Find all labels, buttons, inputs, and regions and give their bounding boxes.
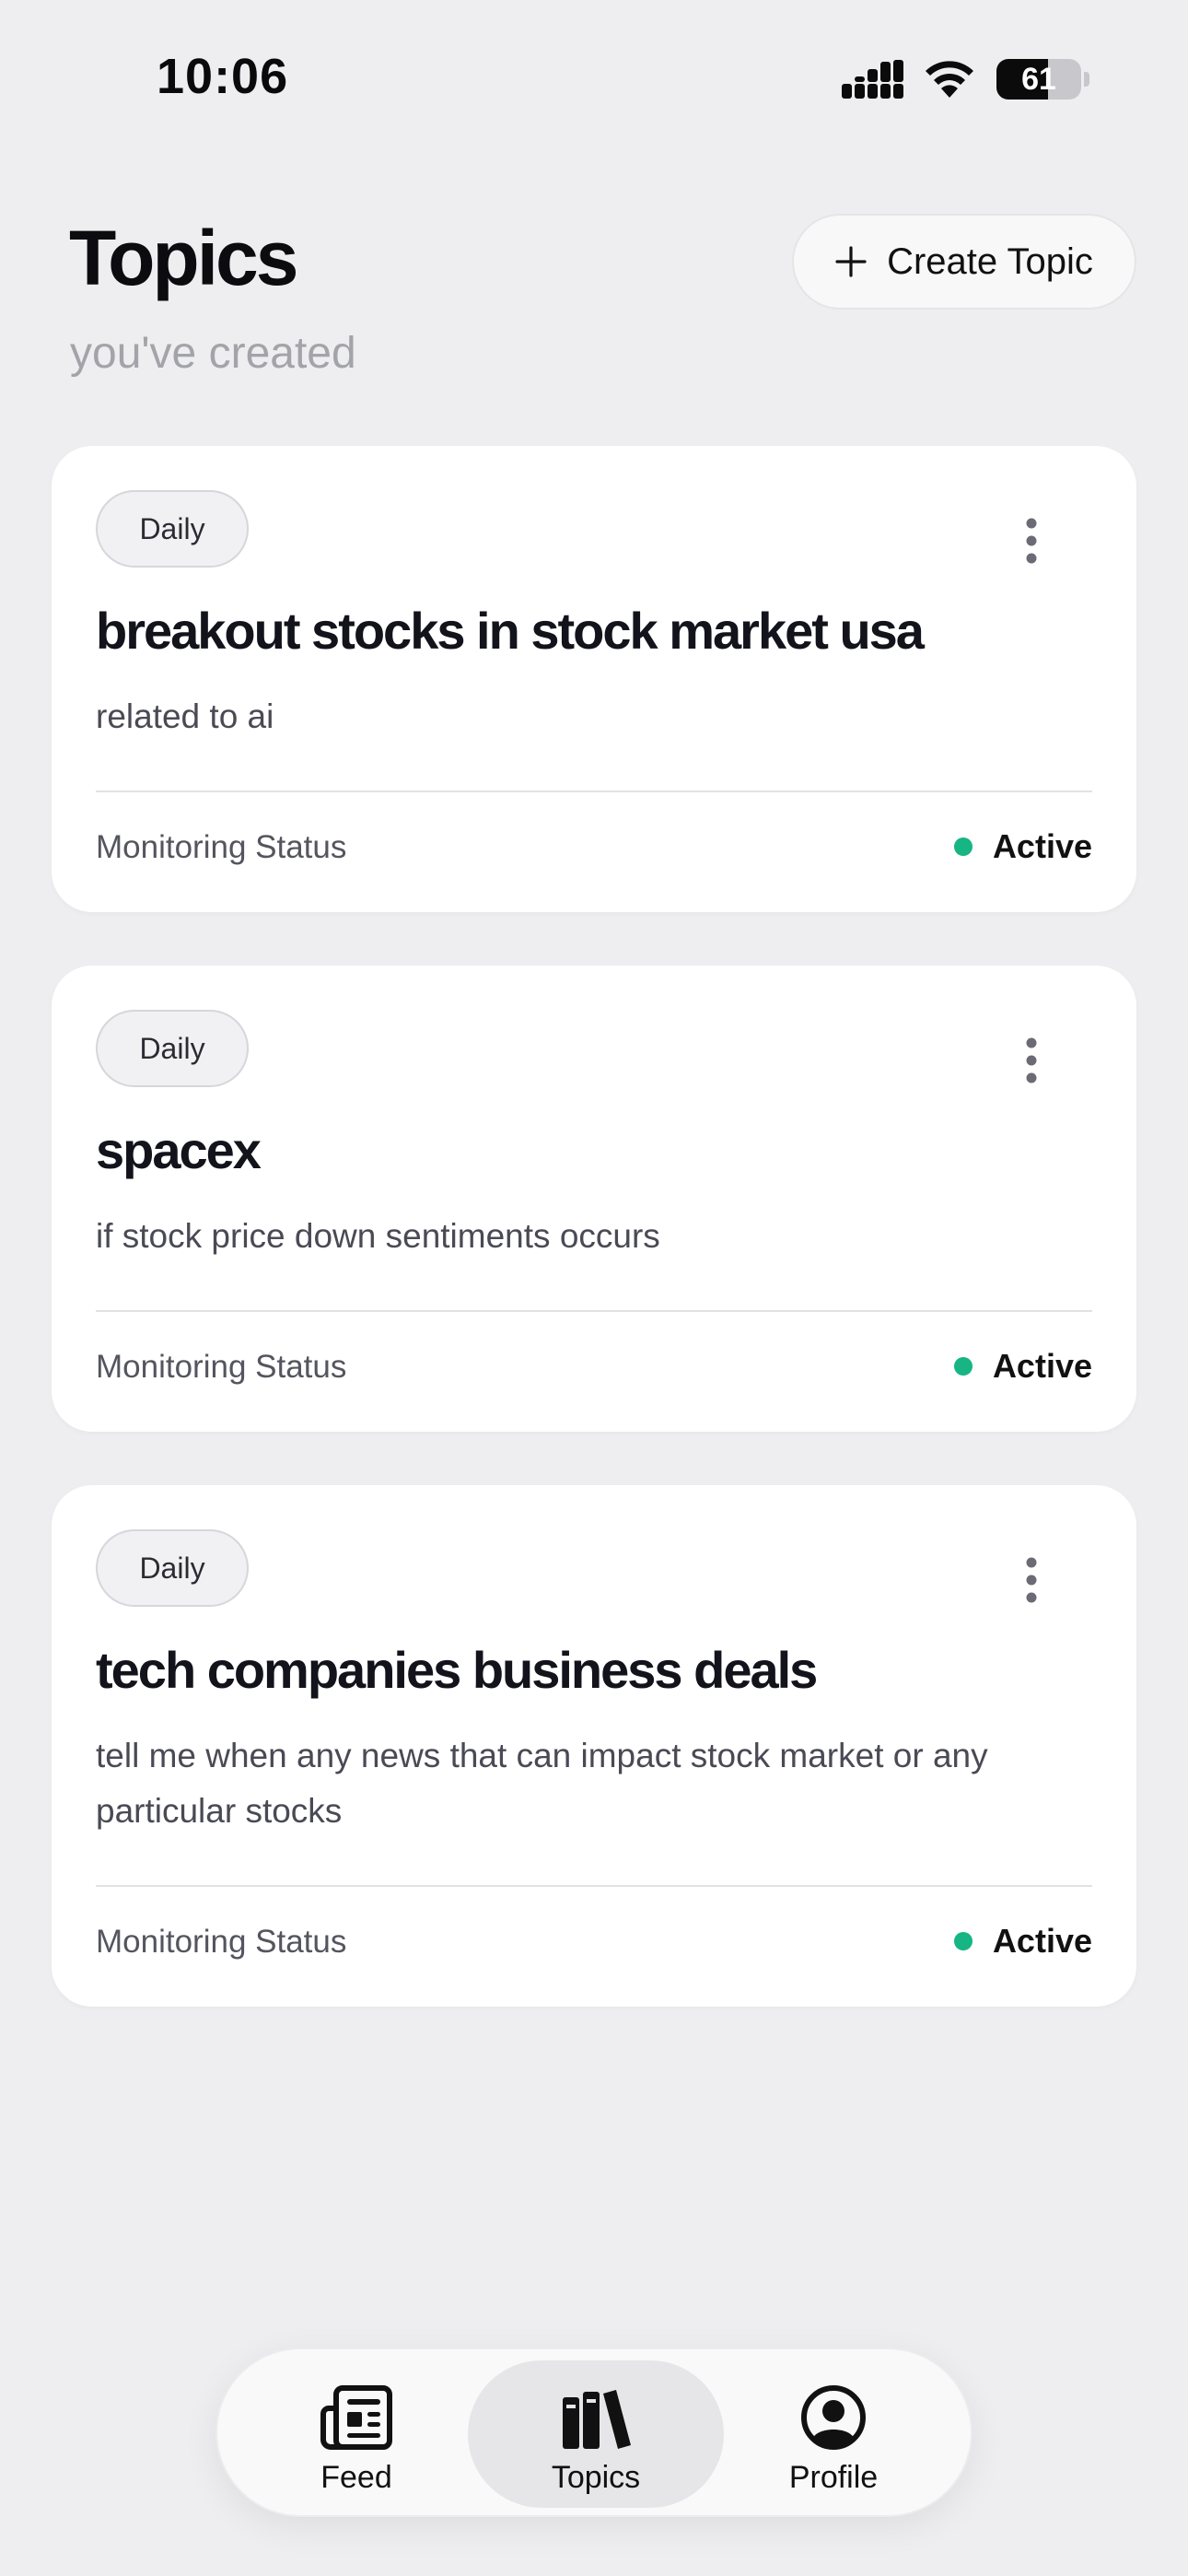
bottom-navigation: Feed Topics Profile — [215, 2348, 973, 2517]
nav-item-profile[interactable]: Profile — [705, 2360, 961, 2508]
more-options-icon[interactable] — [1020, 516, 1042, 566]
topic-description: tell me when any news that can impact st… — [96, 1737, 988, 1830]
status-text: Active — [992, 1347, 1092, 1385]
topic-card[interactable]: Daily spacex if stock price down sentime… — [52, 966, 1136, 1432]
card-divider — [96, 790, 1092, 792]
active-status-dot — [953, 1357, 973, 1376]
nav-label-profile: Profile — [788, 2460, 879, 2495]
person-circle-icon — [801, 2385, 866, 2450]
nav-item-topics[interactable]: Topics — [468, 2360, 724, 2508]
status-time: 10:06 — [157, 49, 289, 104]
more-options-icon[interactable] — [1020, 1555, 1042, 1605]
battery-level: 61 — [1021, 61, 1056, 97]
more-options-icon[interactable] — [1020, 1036, 1042, 1085]
cellular-signal-icon — [842, 60, 903, 99]
card-divider — [96, 1310, 1092, 1312]
create-topic-button[interactable]: Create Topic — [792, 214, 1136, 310]
nav-label-feed: Feed — [320, 2460, 392, 2495]
newspaper-icon — [320, 2385, 392, 2450]
monitoring-status-label: Monitoring Status — [96, 1349, 347, 1385]
frequency-badge: Daily — [96, 490, 249, 568]
battery-cap — [1084, 72, 1089, 87]
topic-title: spacex — [96, 1121, 262, 1179]
frequency-badge: Daily — [96, 1010, 249, 1087]
topic-card[interactable]: Daily tech companies business deals tell… — [52, 1485, 1136, 2007]
topic-title: breakout stocks in stock market usa — [96, 602, 925, 660]
topic-description: if stock price down sentiments occurs — [96, 1217, 660, 1255]
battery-indicator: 61 — [996, 59, 1081, 100]
status-text: Active — [992, 827, 1092, 865]
monitoring-status-label: Monitoring Status — [96, 1924, 347, 1960]
active-status-dot — [953, 1932, 973, 1950]
status-indicator: Active — [953, 1347, 1092, 1386]
wifi-icon — [926, 61, 973, 98]
create-topic-label: Create Topic — [887, 240, 1093, 282]
topic-title: tech companies business deals — [96, 1641, 818, 1699]
plus-icon — [835, 246, 867, 277]
card-divider — [96, 1885, 1092, 1887]
status-bar: 10:06 61 — [0, 0, 1188, 157]
active-status-dot — [953, 837, 973, 856]
page-subtitle: you've created — [70, 329, 356, 378]
status-indicator: Active — [953, 1922, 1092, 1961]
books-icon — [563, 2390, 631, 2449]
status-text: Active — [992, 1922, 1092, 1960]
topic-description: related to ai — [96, 697, 274, 735]
status-indicator: Active — [953, 827, 1092, 866]
frequency-badge: Daily — [96, 1529, 249, 1607]
nav-label-topics: Topics — [551, 2460, 641, 2495]
topic-card[interactable]: Daily breakout stocks in stock market us… — [52, 446, 1136, 912]
nav-item-feed[interactable]: Feed — [228, 2360, 484, 2508]
page-title: Topics — [69, 215, 298, 301]
monitoring-status-label: Monitoring Status — [96, 829, 347, 865]
